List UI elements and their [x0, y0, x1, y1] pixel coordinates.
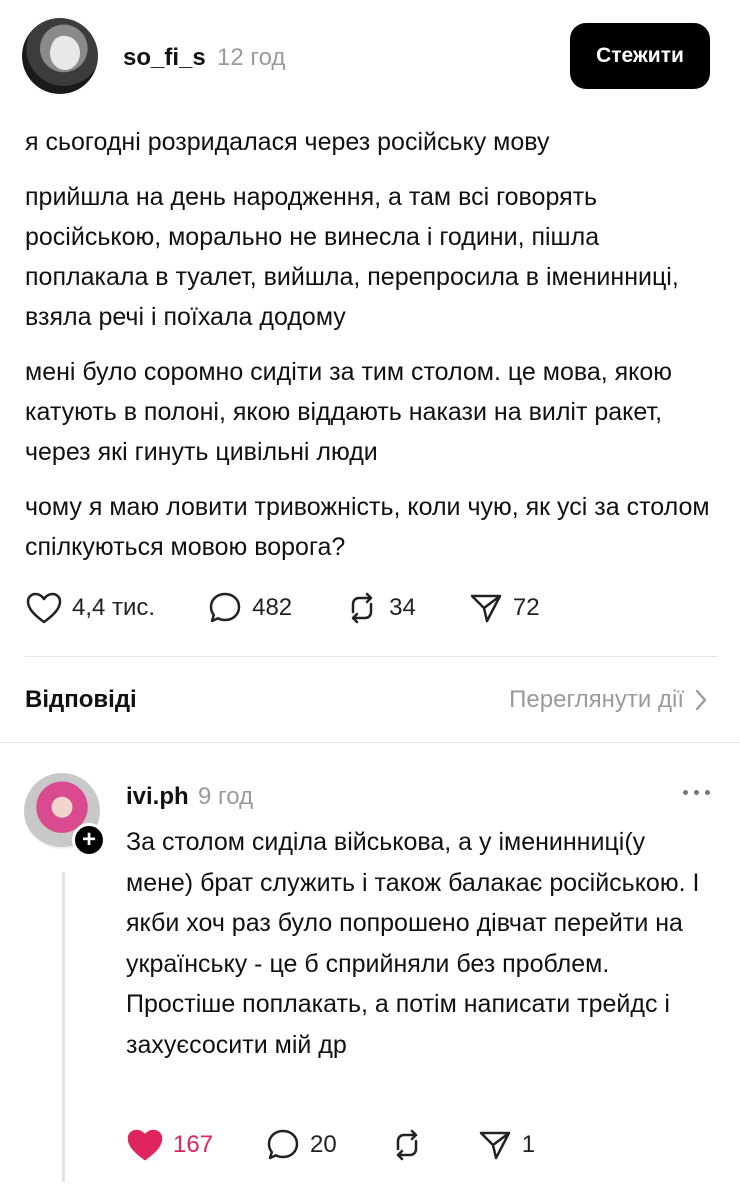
like-count: 4,4 тис.	[72, 594, 156, 621]
plus-icon[interactable]: +	[72, 823, 106, 857]
repost-icon	[351, 592, 373, 624]
heart-icon	[26, 592, 62, 624]
reply-like-button[interactable]: 167	[126, 1128, 213, 1162]
post-paragraph: чому я маю ловити тривожність, коли чую,…	[25, 493, 710, 561]
view-activity-label: Переглянути дії	[509, 686, 684, 713]
post-paragraph: я сьогодні розридалася через російську м…	[25, 128, 550, 156]
divider	[0, 742, 740, 743]
post-actions: 4,4 тис. 482 34 72	[25, 588, 592, 628]
thread-line	[62, 872, 65, 1182]
share-icon	[479, 1131, 510, 1160]
post-username[interactable]: so_fi_s	[123, 44, 206, 72]
comment-icon	[267, 1129, 299, 1160]
heart-icon	[127, 1129, 163, 1161]
reply-share-button[interactable]: 1	[477, 1127, 535, 1163]
avatar[interactable]	[22, 18, 98, 94]
reply-comment-button[interactable]: 20	[265, 1127, 337, 1163]
reply-text: За столом сиділа військова, а у іменинни…	[126, 828, 700, 1059]
reply-comment-count: 20	[310, 1131, 337, 1158]
comment-icon	[209, 592, 241, 623]
divider	[25, 656, 718, 657]
comment-button[interactable]: 482	[207, 590, 292, 626]
post-paragraph: прийшла на день народження, а там всі го…	[25, 183, 679, 331]
reply-share-count: 1	[521, 1131, 536, 1158]
follow-button[interactable]: Стежити	[570, 23, 710, 89]
reply-like-count: 167	[173, 1131, 214, 1158]
reply-username[interactable]: ivi.ph	[126, 783, 189, 811]
comment-count: 482	[252, 594, 293, 621]
post-body: я сьогодні розридалася через російську м…	[25, 122, 715, 582]
more-icon[interactable]	[683, 790, 710, 795]
post-time: 12 год	[217, 44, 286, 71]
repost-icon	[396, 1129, 417, 1161]
replies-heading: Відповіді	[25, 686, 137, 713]
chevron-right-icon	[695, 689, 707, 711]
like-button[interactable]: 4,4 тис.	[25, 591, 155, 625]
post-header: so_fi_s 12 год Стежити	[22, 18, 718, 94]
reply-actions: 167 20 1	[126, 1125, 587, 1165]
reply-repost-button[interactable]	[389, 1127, 425, 1163]
view-activity-link[interactable]: Переглянути дії	[509, 686, 708, 714]
repost-count: 34	[389, 594, 416, 621]
reply-time: 9 год	[198, 783, 254, 810]
repost-button[interactable]: 34	[344, 590, 416, 626]
share-icon	[470, 594, 502, 623]
share-button[interactable]: 72	[468, 590, 540, 626]
share-count: 72	[512, 594, 540, 621]
post-paragraph: мені було соромно сидіти за тим столом. …	[25, 358, 673, 466]
